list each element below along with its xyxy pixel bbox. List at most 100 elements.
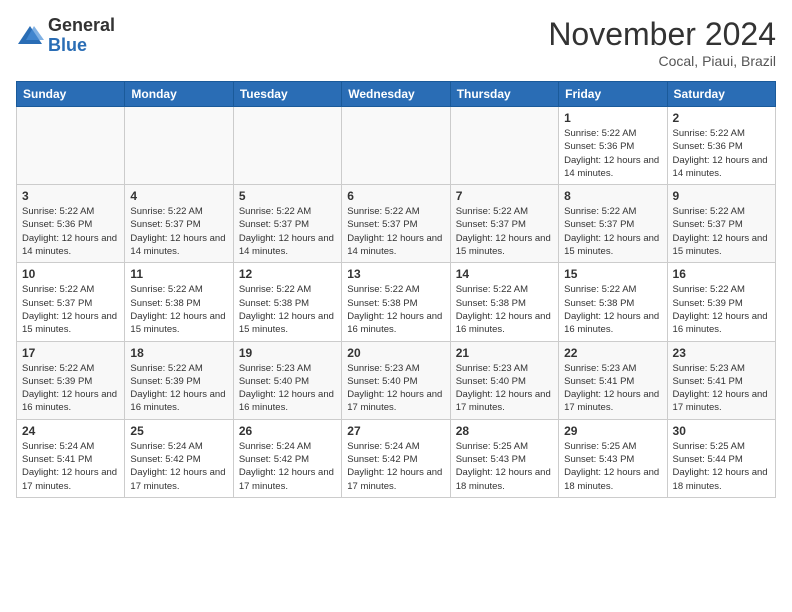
calendar-cell (233, 107, 341, 185)
calendar-cell: 16Sunrise: 5:22 AM Sunset: 5:39 PM Dayli… (667, 263, 775, 341)
day-info: Sunrise: 5:22 AM Sunset: 5:38 PM Dayligh… (239, 283, 336, 336)
day-number: 25 (130, 424, 227, 438)
day-info: Sunrise: 5:22 AM Sunset: 5:38 PM Dayligh… (456, 283, 553, 336)
title-block: November 2024 Cocal, Piaui, Brazil (548, 16, 776, 69)
day-number: 20 (347, 346, 444, 360)
day-number: 29 (564, 424, 661, 438)
day-number: 18 (130, 346, 227, 360)
calendar-header-row: SundayMondayTuesdayWednesdayThursdayFrid… (17, 82, 776, 107)
calendar-header-monday: Monday (125, 82, 233, 107)
day-number: 10 (22, 267, 119, 281)
logo-blue-text: Blue (48, 36, 115, 56)
calendar-cell: 24 Sunrise: 5:24 AM Sunset: 5:41 PM Dayli… (17, 419, 125, 497)
calendar-cell: 7 Sunrise: 5:22 AM Sunset: 5:37 PM Daylig… (450, 185, 558, 263)
calendar-week-5: 24 Sunrise: 5:24 AM Sunset: 5:41 PM Dayli… (17, 419, 776, 497)
day-number: 23 (673, 346, 770, 360)
calendar-cell: 29Sunrise: 5:25 AM Sunset: 5:43 PM Dayli… (559, 419, 667, 497)
day-number: 24 (22, 424, 119, 438)
day-info: Sunrise: 5:22 AM Sunset: 5:37 PM Dayligh… (564, 205, 661, 258)
day-info: Sunrise: 5:24 AM Sunset: 5:42 PM Dayligh… (347, 440, 444, 493)
calendar-cell: 25 Sunrise: 5:24 AM Sunset: 5:42 PM Dayli… (125, 419, 233, 497)
day-number: 1 (564, 111, 661, 125)
calendar-header-saturday: Saturday (667, 82, 775, 107)
calendar-week-1: 1 Sunrise: 5:22 AM Sunset: 5:36 PM Daylig… (17, 107, 776, 185)
calendar-cell: 17Sunrise: 5:22 AM Sunset: 5:39 PM Dayli… (17, 341, 125, 419)
page-header: General Blue November 2024 Cocal, Piaui,… (16, 16, 776, 69)
calendar-cell: 21 Sunrise: 5:23 AM Sunset: 5:40 PM Dayli… (450, 341, 558, 419)
calendar-cell: 23 Sunrise: 5:23 AM Sunset: 5:41 PM Dayli… (667, 341, 775, 419)
day-info: Sunrise: 5:22 AM Sunset: 5:39 PM Dayligh… (673, 283, 770, 336)
calendar-cell: 9 Sunrise: 5:22 AM Sunset: 5:37 PM Daylig… (667, 185, 775, 263)
calendar-cell: 22 Sunrise: 5:23 AM Sunset: 5:41 PM Dayli… (559, 341, 667, 419)
day-number: 28 (456, 424, 553, 438)
calendar-week-2: 3 Sunrise: 5:22 AM Sunset: 5:36 PM Daylig… (17, 185, 776, 263)
day-info: Sunrise: 5:23 AM Sunset: 5:40 PM Dayligh… (347, 362, 444, 415)
day-info: Sunrise: 5:25 AM Sunset: 5:43 PM Dayligh… (456, 440, 553, 493)
day-info: Sunrise: 5:25 AM Sunset: 5:44 PM Dayligh… (673, 440, 770, 493)
day-number: 6 (347, 189, 444, 203)
logo: General Blue (16, 16, 115, 56)
calendar-cell: 19Sunrise: 5:23 AM Sunset: 5:40 PM Dayli… (233, 341, 341, 419)
calendar-cell: 15 Sunrise: 5:22 AM Sunset: 5:38 PM Dayli… (559, 263, 667, 341)
day-number: 27 (347, 424, 444, 438)
day-number: 5 (239, 189, 336, 203)
calendar-cell: 1 Sunrise: 5:22 AM Sunset: 5:36 PM Daylig… (559, 107, 667, 185)
day-number: 7 (456, 189, 553, 203)
calendar-header-wednesday: Wednesday (342, 82, 450, 107)
day-info: Sunrise: 5:24 AM Sunset: 5:42 PM Dayligh… (239, 440, 336, 493)
day-info: Sunrise: 5:22 AM Sunset: 5:36 PM Dayligh… (564, 127, 661, 180)
calendar-cell: 11 Sunrise: 5:22 AM Sunset: 5:38 PM Dayli… (125, 263, 233, 341)
calendar-cell: 3 Sunrise: 5:22 AM Sunset: 5:36 PM Daylig… (17, 185, 125, 263)
calendar-cell: 6 Sunrise: 5:22 AM Sunset: 5:37 PM Daylig… (342, 185, 450, 263)
calendar-header-sunday: Sunday (17, 82, 125, 107)
calendar-cell: 18Sunrise: 5:22 AM Sunset: 5:39 PM Dayli… (125, 341, 233, 419)
day-info: Sunrise: 5:23 AM Sunset: 5:41 PM Dayligh… (564, 362, 661, 415)
day-info: Sunrise: 5:22 AM Sunset: 5:38 PM Dayligh… (347, 283, 444, 336)
day-info: Sunrise: 5:22 AM Sunset: 5:37 PM Dayligh… (22, 283, 119, 336)
calendar-cell (125, 107, 233, 185)
logo-general-text: General (48, 16, 115, 36)
calendar-header-tuesday: Tuesday (233, 82, 341, 107)
calendar-week-4: 17Sunrise: 5:22 AM Sunset: 5:39 PM Dayli… (17, 341, 776, 419)
month-title: November 2024 (548, 16, 776, 53)
calendar-cell: 28 Sunrise: 5:25 AM Sunset: 5:43 PM Dayli… (450, 419, 558, 497)
calendar-cell: 30 Sunrise: 5:25 AM Sunset: 5:44 PM Dayli… (667, 419, 775, 497)
day-number: 3 (22, 189, 119, 203)
day-number: 14 (456, 267, 553, 281)
day-number: 15 (564, 267, 661, 281)
day-info: Sunrise: 5:23 AM Sunset: 5:40 PM Dayligh… (456, 362, 553, 415)
day-info: Sunrise: 5:24 AM Sunset: 5:42 PM Dayligh… (130, 440, 227, 493)
day-number: 19 (239, 346, 336, 360)
calendar-header-friday: Friday (559, 82, 667, 107)
location-title: Cocal, Piaui, Brazil (548, 53, 776, 69)
day-number: 4 (130, 189, 227, 203)
day-info: Sunrise: 5:22 AM Sunset: 5:36 PM Dayligh… (22, 205, 119, 258)
calendar-cell (342, 107, 450, 185)
day-number: 2 (673, 111, 770, 125)
calendar-cell: 13Sunrise: 5:22 AM Sunset: 5:38 PM Dayli… (342, 263, 450, 341)
day-info: Sunrise: 5:22 AM Sunset: 5:36 PM Dayligh… (673, 127, 770, 180)
calendar-cell (17, 107, 125, 185)
day-info: Sunrise: 5:24 AM Sunset: 5:41 PM Dayligh… (22, 440, 119, 493)
day-info: Sunrise: 5:22 AM Sunset: 5:38 PM Dayligh… (130, 283, 227, 336)
calendar-cell: 14 Sunrise: 5:22 AM Sunset: 5:38 PM Dayli… (450, 263, 558, 341)
day-info: Sunrise: 5:22 AM Sunset: 5:38 PM Dayligh… (564, 283, 661, 336)
calendar-cell: 5 Sunrise: 5:22 AM Sunset: 5:37 PM Daylig… (233, 185, 341, 263)
calendar-cell: 10 Sunrise: 5:22 AM Sunset: 5:37 PM Dayli… (17, 263, 125, 341)
day-number: 30 (673, 424, 770, 438)
day-info: Sunrise: 5:22 AM Sunset: 5:37 PM Dayligh… (347, 205, 444, 258)
logo-text: General Blue (48, 16, 115, 56)
calendar-cell: 4 Sunrise: 5:22 AM Sunset: 5:37 PM Daylig… (125, 185, 233, 263)
calendar-cell: 20 Sunrise: 5:23 AM Sunset: 5:40 PM Dayli… (342, 341, 450, 419)
day-number: 12 (239, 267, 336, 281)
day-number: 21 (456, 346, 553, 360)
day-info: Sunrise: 5:22 AM Sunset: 5:37 PM Dayligh… (673, 205, 770, 258)
day-info: Sunrise: 5:23 AM Sunset: 5:41 PM Dayligh… (673, 362, 770, 415)
day-number: 11 (130, 267, 227, 281)
day-number: 9 (673, 189, 770, 203)
day-number: 22 (564, 346, 661, 360)
calendar-cell: 12 Sunrise: 5:22 AM Sunset: 5:38 PM Dayli… (233, 263, 341, 341)
day-info: Sunrise: 5:22 AM Sunset: 5:37 PM Dayligh… (456, 205, 553, 258)
day-info: Sunrise: 5:22 AM Sunset: 5:37 PM Dayligh… (130, 205, 227, 258)
day-info: Sunrise: 5:22 AM Sunset: 5:37 PM Dayligh… (239, 205, 336, 258)
